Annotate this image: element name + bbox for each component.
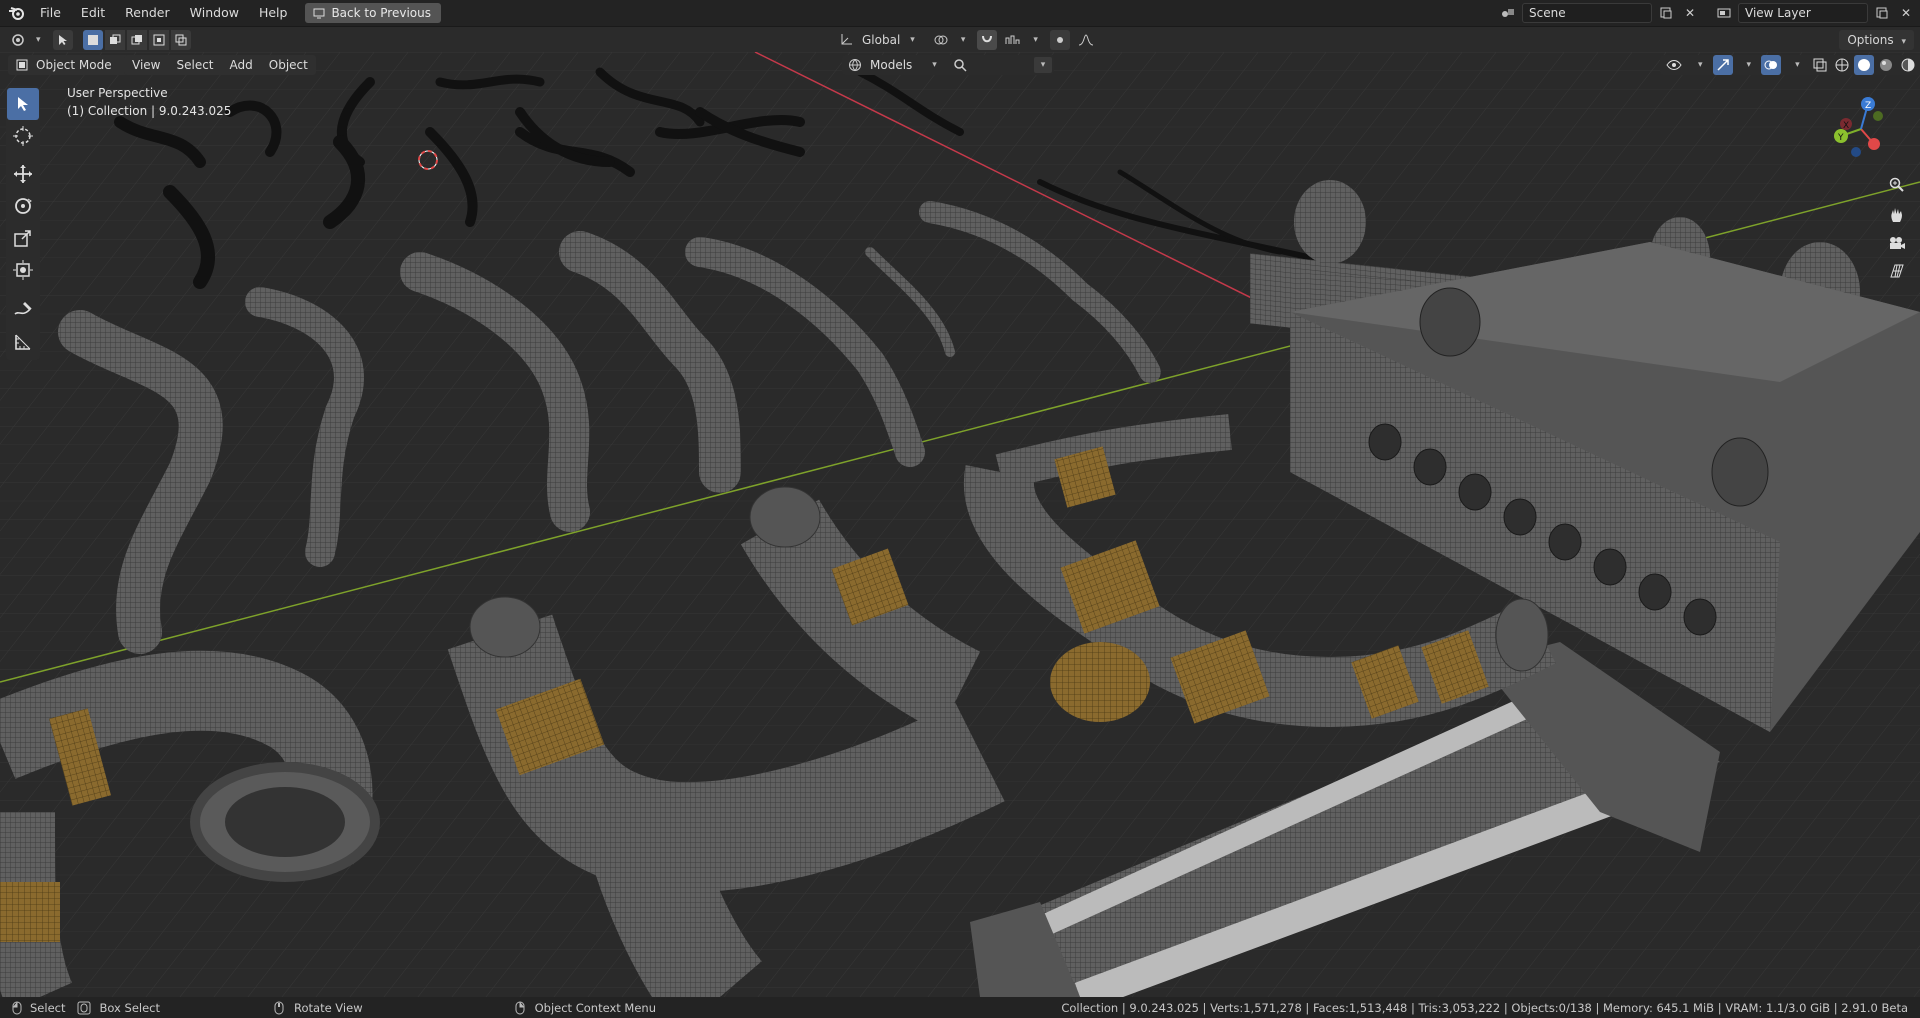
status-bar: Select Box Select Rotate View Object Con… xyxy=(0,997,1920,1018)
back-to-previous-button[interactable]: Back to Previous xyxy=(305,3,441,23)
rotate-tool-icon[interactable] xyxy=(7,190,39,222)
object-mode-label: Object Mode xyxy=(36,58,112,72)
models-filter[interactable]: Models ▾ ▾ xyxy=(842,55,1054,75)
chevron-down-icon: ▾ xyxy=(932,60,937,70)
menu-view[interactable]: View xyxy=(124,58,168,72)
chevron-down-icon: ▾ xyxy=(1698,60,1703,70)
options-label: Options xyxy=(1847,33,1894,47)
active-tool-icon[interactable] xyxy=(52,30,73,50)
menu-add[interactable]: Add xyxy=(222,58,261,72)
zoom-icon[interactable] xyxy=(1884,172,1910,198)
viewport-perspective-label: User Perspective xyxy=(67,86,168,100)
scene-view-layer-group: Scene ✕ View Layer ✕ xyxy=(1498,0,1920,26)
cursor-tool-icon[interactable] xyxy=(7,120,39,152)
transform-orientation-icon xyxy=(836,30,856,50)
new-scene-icon[interactable] xyxy=(1656,3,1676,23)
wireframe-shading-icon[interactable] xyxy=(1832,55,1852,75)
menu-file[interactable]: File xyxy=(30,0,71,26)
status-select: Select xyxy=(30,1000,66,1015)
mode-new-icon[interactable] xyxy=(82,30,103,50)
svg-text:Z: Z xyxy=(1865,101,1871,111)
chevron-down-icon: ▾ xyxy=(960,35,966,45)
mode-invert-icon[interactable] xyxy=(148,30,169,50)
navigation-gizmo-icon[interactable]: Y Z X xyxy=(1826,94,1896,164)
move-tool-icon[interactable] xyxy=(7,158,39,190)
scene-icon[interactable] xyxy=(1498,3,1518,23)
camera-icon[interactable] xyxy=(1884,230,1910,256)
solid-shading-icon[interactable] xyxy=(1853,55,1874,75)
globe-icon xyxy=(849,59,861,72)
3d-viewport[interactable]: Y Z X User Perspective (1) Collection | … xyxy=(0,52,1920,997)
grid-ortho-icon[interactable] xyxy=(1884,258,1910,284)
filter-dropdown-icon[interactable]: ▾ xyxy=(1034,57,1052,73)
rendered-shading-icon[interactable] xyxy=(1898,55,1918,75)
transform-orientation-select[interactable]: Global xyxy=(862,33,900,47)
chevron-down-icon: ▾ xyxy=(1795,60,1800,70)
remove-view-layer-icon[interactable]: ✕ xyxy=(1896,3,1916,23)
menu-edit[interactable]: Edit xyxy=(71,0,115,26)
svg-text:X: X xyxy=(1843,121,1849,131)
selection-mode-group xyxy=(82,30,191,50)
mode-extend-icon[interactable] xyxy=(104,30,125,50)
measure-tool-icon[interactable] xyxy=(7,326,39,358)
menu-window[interactable]: Window xyxy=(180,0,249,26)
gizmo-toggle-icon[interactable] xyxy=(1712,55,1733,75)
chevron-down-icon: ▾ xyxy=(1033,35,1038,45)
material-shading-icon[interactable] xyxy=(1876,55,1896,75)
status-rotate-view: Rotate View xyxy=(294,1000,363,1015)
status-scene-stats: Collection | 9.0.243.025 | Verts:1,571,2… xyxy=(1061,1000,1908,1015)
options-dropdown[interactable]: Options ▾ xyxy=(1839,30,1914,50)
view-layer-field[interactable]: View Layer xyxy=(1738,3,1868,23)
hand-pan-icon[interactable] xyxy=(1884,202,1910,228)
view-layer-icon[interactable] xyxy=(1714,3,1734,23)
select-tool-icon[interactable] xyxy=(7,88,39,120)
menu-render[interactable]: Render xyxy=(115,0,180,26)
chevron-down-icon: ▾ xyxy=(910,35,915,45)
new-view-layer-icon[interactable] xyxy=(1872,3,1892,23)
status-context-menu: Object Context Menu xyxy=(534,1000,656,1015)
object-mode-icon xyxy=(16,59,28,71)
scene-field[interactable]: Scene xyxy=(1522,3,1652,23)
chevron-down-icon: ▾ xyxy=(36,35,41,45)
mode-intersect-icon[interactable] xyxy=(170,30,191,50)
mouse-right-icon xyxy=(515,1001,525,1014)
mouse-left-drag-icon xyxy=(77,1001,91,1014)
mouse-left-icon xyxy=(12,1001,22,1014)
top-menu-bar: File Edit Render Window Help Back to Pre… xyxy=(0,0,1920,26)
menu-object[interactable]: Object xyxy=(261,58,316,72)
search-icon[interactable] xyxy=(953,58,967,72)
svg-text:Y: Y xyxy=(1837,133,1844,143)
back-to-previous-label: Back to Previous xyxy=(331,6,431,20)
scale-tool-icon[interactable] xyxy=(7,222,39,254)
falloff-icon[interactable] xyxy=(1076,30,1096,50)
annotate-tool-icon[interactable] xyxy=(7,294,39,326)
tool-shelf xyxy=(6,86,40,360)
viewport-collection-label: (1) Collection | 9.0.243.025 xyxy=(67,104,232,118)
editor-type-icon[interactable] xyxy=(8,30,28,50)
viewport-menus: View Select Add Object xyxy=(124,55,316,75)
chevron-down-icon: ▾ xyxy=(1901,37,1906,47)
menu-help[interactable]: Help xyxy=(249,0,298,26)
xray-toggle-icon[interactable] xyxy=(1810,55,1830,75)
status-box-select: Box Select xyxy=(99,1000,160,1015)
snap-icon[interactable] xyxy=(977,30,998,50)
snap-target-icon[interactable] xyxy=(1003,30,1023,50)
remove-scene-icon[interactable]: ✕ xyxy=(1680,3,1700,23)
back-screen-icon xyxy=(313,8,325,18)
tool-settings-bar: ▾ Global ▾ ▾ ▾ Options ▾ xyxy=(0,26,1920,53)
blender-logo-icon[interactable] xyxy=(4,0,30,26)
visibility-eye-icon[interactable] xyxy=(1664,55,1684,75)
transform-tool-icon[interactable] xyxy=(7,254,39,286)
viewport-overlays-group: ▾ ▾ ▾ ▾ xyxy=(1660,55,1920,75)
proportional-edit-icon[interactable] xyxy=(1049,30,1070,50)
overlays-toggle-icon[interactable] xyxy=(1761,55,1782,75)
chevron-down-icon: ▾ xyxy=(1746,60,1752,70)
menu-select[interactable]: Select xyxy=(168,58,221,72)
viewport-scene xyxy=(0,52,1920,997)
pivot-point-icon[interactable] xyxy=(931,30,951,50)
mouse-middle-icon xyxy=(274,1001,284,1014)
models-label: Models xyxy=(870,58,913,72)
mode-subtract-icon[interactable] xyxy=(126,30,147,50)
